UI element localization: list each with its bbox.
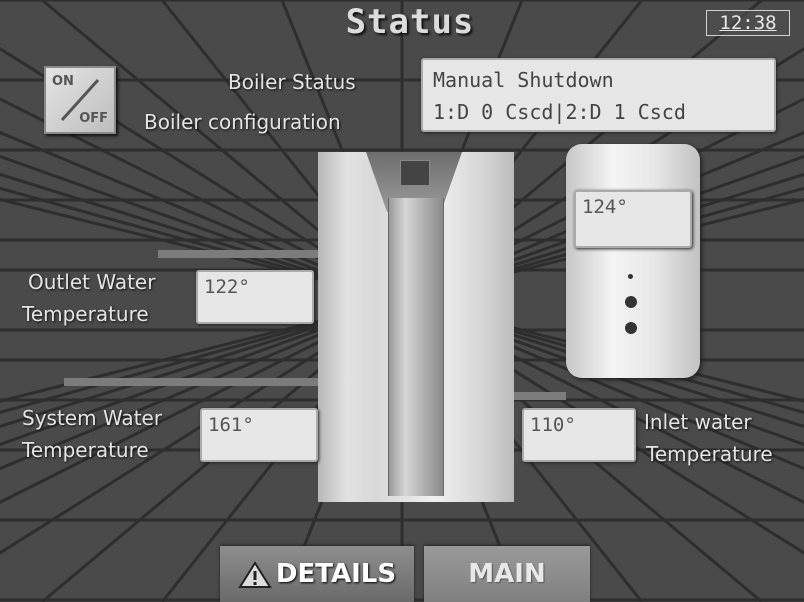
inlet-label-line1: Inlet water bbox=[644, 410, 752, 434]
boiler-logo-icon bbox=[400, 160, 430, 186]
tank-indicator-dot bbox=[625, 322, 637, 334]
inlet-label-line2: Temperature bbox=[646, 442, 773, 466]
page-title: Status bbox=[345, 2, 475, 42]
system-pipe bbox=[64, 378, 318, 386]
on-off-button[interactable]: ON OFF bbox=[44, 66, 116, 134]
main-button[interactable]: MAIN bbox=[424, 546, 590, 602]
system-label-line1: System Water bbox=[22, 406, 163, 430]
clock: 12:38 bbox=[706, 10, 790, 36]
inlet-temperature-value: 110° bbox=[530, 414, 576, 436]
off-label: OFF bbox=[79, 111, 108, 126]
inlet-temperature-box: 110° bbox=[522, 408, 636, 462]
outlet-label-line1: Outlet Water bbox=[28, 270, 156, 294]
details-button[interactable]: DETAILS bbox=[220, 546, 414, 602]
main-label: MAIN bbox=[468, 559, 546, 589]
outlet-label-line2: Temperature bbox=[22, 302, 149, 326]
boiler-status-panel: Manual Shutdown 1:D 0 Cscd|2:D 1 Cscd bbox=[421, 58, 776, 132]
boiler-status-label: Boiler Status bbox=[228, 70, 356, 94]
status-screen: Status 12:38 ON OFF Boiler Status Boiler… bbox=[0, 0, 804, 602]
system-temperature-box: 161° bbox=[200, 408, 318, 462]
tank-indicator-dot bbox=[625, 296, 637, 308]
boiler-config-value: 1:D 0 Cscd|2:D 1 Cscd bbox=[433, 100, 686, 124]
boiler-config-label: Boiler configuration bbox=[144, 110, 341, 134]
tank-temperature-value: 124° bbox=[582, 196, 628, 218]
outlet-temperature-box: 122° bbox=[196, 270, 314, 324]
boiler-status-value: Manual Shutdown bbox=[433, 68, 614, 92]
on-label: ON bbox=[52, 74, 74, 89]
system-temperature-value: 161° bbox=[208, 414, 254, 436]
warning-icon bbox=[238, 560, 272, 588]
details-label: DETAILS bbox=[275, 559, 397, 589]
boiler-front-strip bbox=[388, 198, 444, 496]
system-label-line2: Temperature bbox=[22, 438, 149, 462]
inlet-pipe bbox=[514, 392, 566, 400]
outlet-temperature-value: 122° bbox=[204, 276, 250, 298]
tank-temperature-box: 124° bbox=[574, 190, 692, 248]
outlet-pipe bbox=[158, 250, 318, 258]
water-tank-image: 124° bbox=[566, 144, 700, 378]
tank-indicator-dot bbox=[628, 274, 633, 279]
